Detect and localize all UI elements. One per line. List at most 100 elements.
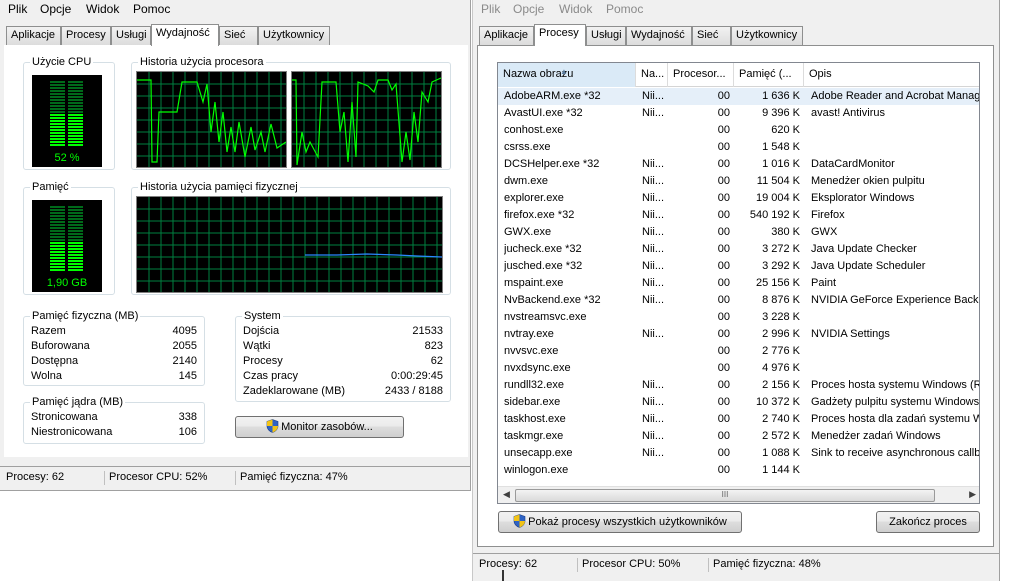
- column-cpu[interactable]: Procesor...: [668, 63, 734, 87]
- meter-segment: [50, 230, 65, 232]
- process-row[interactable]: conhost.exe 00 620 K: [498, 122, 979, 139]
- process-memory: 2 572 K: [762, 430, 800, 442]
- column-memory[interactable]: Pamięć (...: [734, 63, 804, 87]
- column-description[interactable]: Opis: [804, 63, 979, 87]
- process-user: Nii...: [642, 413, 664, 425]
- meter-segment: [68, 242, 83, 244]
- process-row[interactable]: dwm.exe Nii... 00 11 504 K Menedżer okien pu…: [498, 173, 979, 190]
- process-row[interactable]: nvstreamsvc.exe 00 3 228 K: [498, 309, 979, 326]
- process-row[interactable]: winlogon.exe 00 1 144 K: [498, 462, 979, 479]
- meter-segment: [68, 120, 83, 122]
- tab-processes[interactable]: Procesy: [534, 24, 586, 46]
- stat-row: Zadeklarowane (MB) 2433 / 8188: [243, 385, 443, 399]
- process-cpu: 00: [717, 362, 730, 374]
- end-process-button[interactable]: Zakończ proces: [876, 511, 980, 533]
- meter-segment: [50, 93, 65, 95]
- menu-file[interactable]: Plik: [6, 2, 29, 16]
- status-processes: Procesy: 62: [6, 471, 65, 483]
- process-name: nvtray.exe: [504, 328, 554, 340]
- tab-services[interactable]: Usługi: [111, 26, 151, 45]
- menu-options[interactable]: Opcje: [38, 2, 73, 16]
- menu-help[interactable]: Pomoc: [604, 2, 645, 16]
- process-row[interactable]: jusched.exe *32 Nii... 00 3 292 K Java Updat…: [498, 258, 979, 275]
- tab-services[interactable]: Usługi: [586, 26, 626, 45]
- column-image-name[interactable]: ▲ Nazwa obrazu: [498, 63, 636, 87]
- process-row[interactable]: NvBackend.exe *32 Nii... 00 8 876 K NVIDIA G…: [498, 292, 979, 309]
- process-user: Nii...: [642, 430, 664, 442]
- tab-network[interactable]: Sieć: [692, 26, 731, 45]
- process-row[interactable]: DCSHelper.exe *32 Nii... 00 1 016 K DataCard…: [498, 156, 979, 173]
- process-row[interactable]: GWX.exe Nii... 00 380 K GWX: [498, 224, 979, 241]
- process-row[interactable]: nvxdsync.exe 00 4 976 K: [498, 360, 979, 377]
- process-description: avast! Antivirus: [811, 107, 885, 119]
- process-row[interactable]: taskhost.exe Nii... 00 2 740 K Proces hosta …: [498, 411, 979, 428]
- process-user: Nii...: [642, 396, 664, 408]
- stat-label: Stronicowana: [31, 411, 98, 423]
- process-user: Nii...: [642, 192, 664, 204]
- meter-segment: [50, 245, 65, 247]
- process-row[interactable]: unsecapp.exe Nii... 00 1 088 K Sink to recei…: [498, 445, 980, 462]
- process-description: Gadżety pulpitu systemu Windows: [811, 396, 980, 408]
- process-user: Nii...: [642, 447, 664, 459]
- meter-segment: [50, 257, 65, 259]
- stat-value: 823: [424, 340, 443, 352]
- tab-users[interactable]: Użytkownicy: [731, 26, 803, 45]
- process-row[interactable]: firefox.exe *32 Nii... 00 540 192 K Firefox: [498, 207, 979, 224]
- meter-segment: [50, 212, 65, 214]
- process-row[interactable]: mspaint.exe Nii... 00 25 156 K Paint: [498, 275, 979, 292]
- horizontal-scrollbar[interactable]: ◀ III ▶: [498, 486, 979, 503]
- scroll-right-icon[interactable]: ▶: [969, 489, 976, 500]
- process-user: Nii...: [642, 175, 664, 187]
- meter-segment: [68, 227, 83, 229]
- tab-performance[interactable]: Wydajność: [151, 24, 219, 46]
- meter-segment: [50, 206, 65, 208]
- menu-file[interactable]: Plik: [479, 2, 502, 16]
- menu-view[interactable]: Widok: [557, 2, 594, 16]
- process-user: Nii...: [642, 328, 664, 340]
- process-row[interactable]: nvvsvc.exe 00 2 776 K: [498, 343, 979, 360]
- process-row[interactable]: nvtray.exe Nii... 00 2 996 K NVIDIA Settings: [498, 326, 979, 343]
- process-list[interactable]: ▲ Nazwa obrazu Na... Procesor... Pamięć …: [497, 62, 980, 504]
- stat-value: 21533: [412, 325, 443, 337]
- tab-strip: Aplikacje Procesy Usługi Wydajność Sieć …: [4, 24, 470, 46]
- stat-label: Razem: [31, 325, 66, 337]
- column-user[interactable]: Na...: [636, 63, 668, 87]
- process-row[interactable]: csrss.exe 00 1 548 K: [498, 139, 979, 156]
- menu-help[interactable]: Pomoc: [131, 2, 172, 16]
- scroll-left-icon[interactable]: ◀: [503, 489, 510, 500]
- process-cpu: 00: [717, 396, 730, 408]
- meter-segment: [68, 129, 83, 131]
- stat-row: Wątki 823: [243, 340, 443, 354]
- menu-options[interactable]: Opcje: [511, 2, 546, 16]
- tab-users[interactable]: Użytkownicy: [258, 26, 330, 45]
- meter-segment: [68, 263, 83, 265]
- process-row[interactable]: sidebar.exe Nii... 00 10 372 K Gadżety pulpi…: [498, 394, 980, 411]
- scroll-thumb[interactable]: III: [515, 489, 935, 502]
- process-description: Sink to receive asynchronous callbacks: [811, 447, 980, 459]
- tab-performance[interactable]: Wydajność: [626, 26, 692, 45]
- process-row[interactable]: jucheck.exe *32 Nii... 00 3 272 K Java Updat…: [498, 241, 979, 258]
- meter-segment: [68, 93, 83, 95]
- tab-applications[interactable]: Aplikacje: [479, 26, 534, 45]
- tab-applications[interactable]: Aplikacje: [6, 26, 61, 45]
- meter-segment: [68, 266, 83, 268]
- stat-value: 2433 / 8188: [384, 385, 443, 397]
- process-row[interactable]: AvastUI.exe *32 Nii... 00 9 396 K avast! Ant…: [498, 105, 979, 122]
- resource-monitor-button[interactable]: Monitor zasobów...: [235, 416, 404, 438]
- show-all-processes-button[interactable]: Pokaż procesy wszystkich użytkowników: [498, 511, 742, 533]
- process-row[interactable]: AdobeARM.exe *32 Nii... 00 1 636 K Adobe Rea…: [498, 88, 979, 105]
- tab-network[interactable]: Sieć: [219, 26, 258, 45]
- meter-segment: [68, 123, 83, 125]
- process-cpu: 00: [717, 226, 730, 238]
- uac-shield-icon: [266, 419, 279, 433]
- menu-view[interactable]: Widok: [84, 2, 121, 16]
- process-row[interactable]: taskmgr.exe Nii... 00 2 572 K Menedżer zadań…: [498, 428, 979, 445]
- process-row[interactable]: explorer.exe Nii... 00 19 004 K Eksplorator …: [498, 190, 979, 207]
- tab-processes[interactable]: Procesy: [61, 26, 111, 45]
- process-row[interactable]: rundll32.exe Nii... 00 2 156 K Proces hosta …: [498, 377, 979, 394]
- memory-label: Pamięć: [30, 181, 71, 193]
- process-memory: 1 548 K: [762, 141, 800, 153]
- cpu-history-graph-core-2: [291, 71, 442, 168]
- stat-label: Wolna: [31, 370, 62, 382]
- meter-segment: [50, 266, 65, 268]
